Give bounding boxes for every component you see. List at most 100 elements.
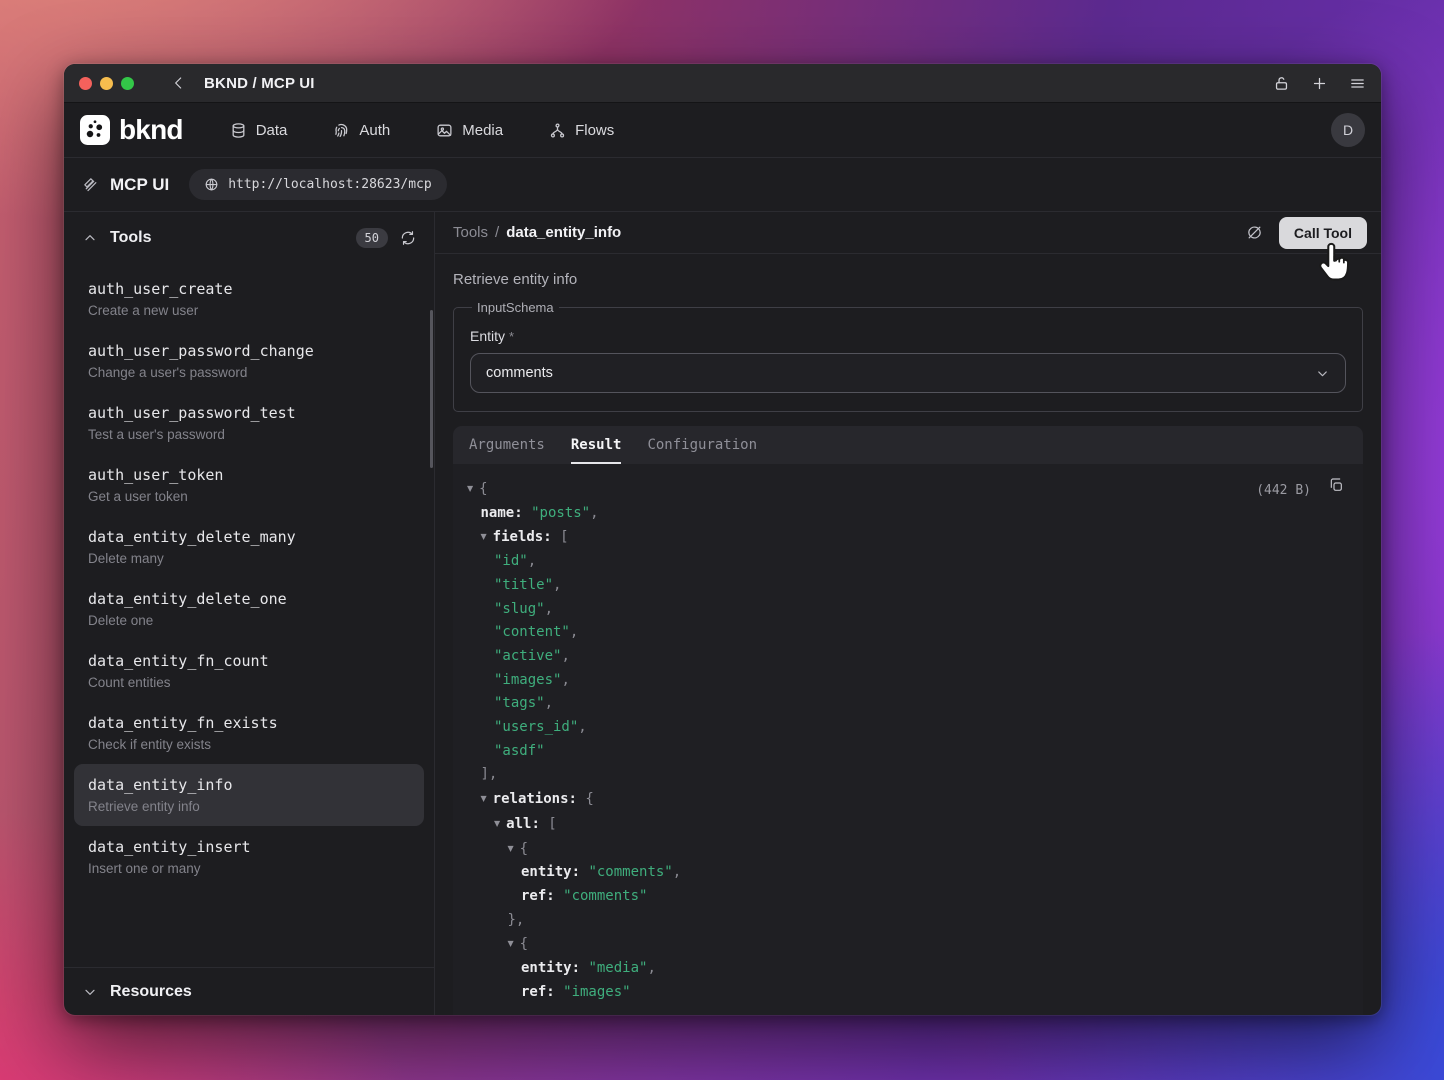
json-line: "content", [453,621,1347,645]
tool-name: data_entity_fn_exists [88,714,410,732]
expander-icon[interactable]: ▼ [481,787,487,811]
json-line: entity: "media", [453,957,1347,981]
brand[interactable]: bknd [80,115,183,145]
tool-list: auth_user_createCreate a new userauth_us… [64,264,434,967]
tool-name: data_entity_info [88,776,410,794]
nav-item-label: Flows [575,122,614,139]
tool-description: Get a user token [88,489,410,504]
nav-item-label: Data [256,122,288,139]
json-line: entity: "comments", [453,861,1347,885]
tool-item-data_entity_fn_count[interactable]: data_entity_fn_countCount entities [64,640,434,702]
json-line: ▼{ [453,932,1347,957]
menu-icon[interactable] [1349,75,1366,92]
json-line: "title", [453,574,1347,598]
tool-description: Retrieve entity info [88,799,410,814]
sidebar: Tools 50 auth_user_createCreate a new us… [64,212,435,1015]
tool-description: Test a user's password [88,427,410,442]
tool-item-auth_user_create[interactable]: auth_user_createCreate a new user [64,268,434,330]
nav-menu: Data Auth Media Flows [230,122,615,139]
chevron-up-icon[interactable] [82,230,98,246]
tool-item-auth_user_password_change[interactable]: auth_user_password_changeChange a user's… [64,330,434,392]
tool-name: data_entity_insert [88,838,410,856]
expander-icon[interactable]: ▼ [481,525,487,549]
breadcrumb-parent[interactable]: Tools [453,224,488,241]
tab-strip: Arguments Result Configuration [453,426,1363,464]
json-line: "active", [453,645,1347,669]
tab-result[interactable]: Result [571,426,622,464]
json-line: "asdf" [453,740,1347,764]
expander-icon[interactable]: ▼ [508,932,514,956]
chevron-down-icon [1315,366,1330,381]
nav-item-data[interactable]: Data [230,122,288,139]
tool-description: Insert one or many [88,861,410,876]
tool-name: auth_user_password_test [88,404,410,422]
tool-description: Change a user's password [88,365,410,380]
server-url-pill[interactable]: http://localhost:28623/mcp [189,169,447,200]
minimize-window-button[interactable] [100,77,113,90]
stack-icon [82,176,99,193]
required-mark: * [509,329,514,344]
content: Tools 50 auth_user_createCreate a new us… [64,212,1381,1015]
resources-section-header[interactable]: Resources [64,967,434,1015]
tool-description: Count entities [88,675,410,690]
tool-item-data_entity_info[interactable]: data_entity_info Retrieve entity info [74,764,424,826]
back-icon[interactable] [171,75,187,91]
main-panel: Tools / data_entity_info Call Tool Retri… [435,212,1381,1015]
breadcrumb-separator: / [495,224,499,241]
nav-item-flows[interactable]: Flows [549,122,614,139]
tool-item-data_entity_delete_many[interactable]: data_entity_delete_manyDelete many [64,516,434,578]
app-navbar: bknd Data Auth Media Flows D [64,103,1381,158]
resources-section-title: Resources [110,983,192,1001]
main-body: Retrieve entity info InputSchema Entity*… [435,254,1381,1015]
json-line: ▼{ [453,477,1347,502]
tool-item-data_entity_insert[interactable]: data_entity_insert Insert one or many [64,826,434,888]
nav-item-auth[interactable]: Auth [333,122,390,139]
tool-item-auth_user_password_test[interactable]: auth_user_password_test Test a user's pas… [64,392,434,454]
tool-description: Delete one [88,613,410,628]
json-line: ref: "comments" [453,885,1347,909]
flows-icon [549,122,566,139]
refresh-icon[interactable] [400,230,416,246]
copy-icon[interactable] [1328,477,1344,493]
tool-name: data_entity_delete_many [88,528,410,546]
expander-icon[interactable]: ▼ [508,837,514,861]
call-tool-button[interactable]: Call Tool [1279,217,1367,249]
tool-item-data_entity_fn_exists[interactable]: data_entity_fn_exists Check if entity exi… [64,702,434,764]
zoom-window-button[interactable] [121,77,134,90]
json-line: ▼fields: [ [453,525,1347,550]
expander-icon[interactable]: ▼ [467,477,473,501]
history-off-icon[interactable] [1246,224,1263,241]
tools-count-badge: 50 [356,228,388,248]
breadcrumb: Tools / data_entity_info [453,224,621,241]
new-tab-icon[interactable] [1311,75,1328,92]
entity-select-value: comments [486,365,553,381]
tool-description: Check if entity exists [88,737,410,752]
json-line: "id", [453,550,1347,574]
lock-open-icon[interactable] [1273,75,1290,92]
brand-name: bknd [119,116,183,144]
json-line: name: "posts", [453,502,1347,526]
traffic-lights [79,77,134,90]
entity-select[interactable]: comments [470,353,1346,393]
json-line: ▼relations: { [453,787,1347,812]
bknd-logo-icon [80,115,110,145]
tool-description-line: Retrieve entity info [453,271,1363,288]
tool-description: Create a new user [88,303,410,318]
nav-item-media[interactable]: Media [436,122,503,139]
avatar[interactable]: D [1331,113,1365,147]
tools-section-header[interactable]: Tools 50 [64,212,434,264]
sidebar-scrollbar[interactable] [430,310,433,468]
tool-item-data_entity_delete_one[interactable]: data_entity_delete_oneDelete one [64,578,434,640]
json-line: ref: "images" [453,981,1347,1005]
breadcrumb-current: data_entity_info [506,224,621,241]
tool-name: auth_user_token [88,466,410,484]
chevron-down-icon[interactable] [82,984,98,1000]
tab-configuration[interactable]: Configuration [647,426,757,464]
tool-item-auth_user_token[interactable]: auth_user_token Get a user token [64,454,434,516]
json-line: "images", [453,669,1347,693]
input-schema-legend: InputSchema [472,300,559,315]
close-window-button[interactable] [79,77,92,90]
tab-arguments[interactable]: Arguments [469,426,545,464]
expander-icon[interactable]: ▼ [494,812,500,836]
json-line: "slug", [453,598,1347,622]
